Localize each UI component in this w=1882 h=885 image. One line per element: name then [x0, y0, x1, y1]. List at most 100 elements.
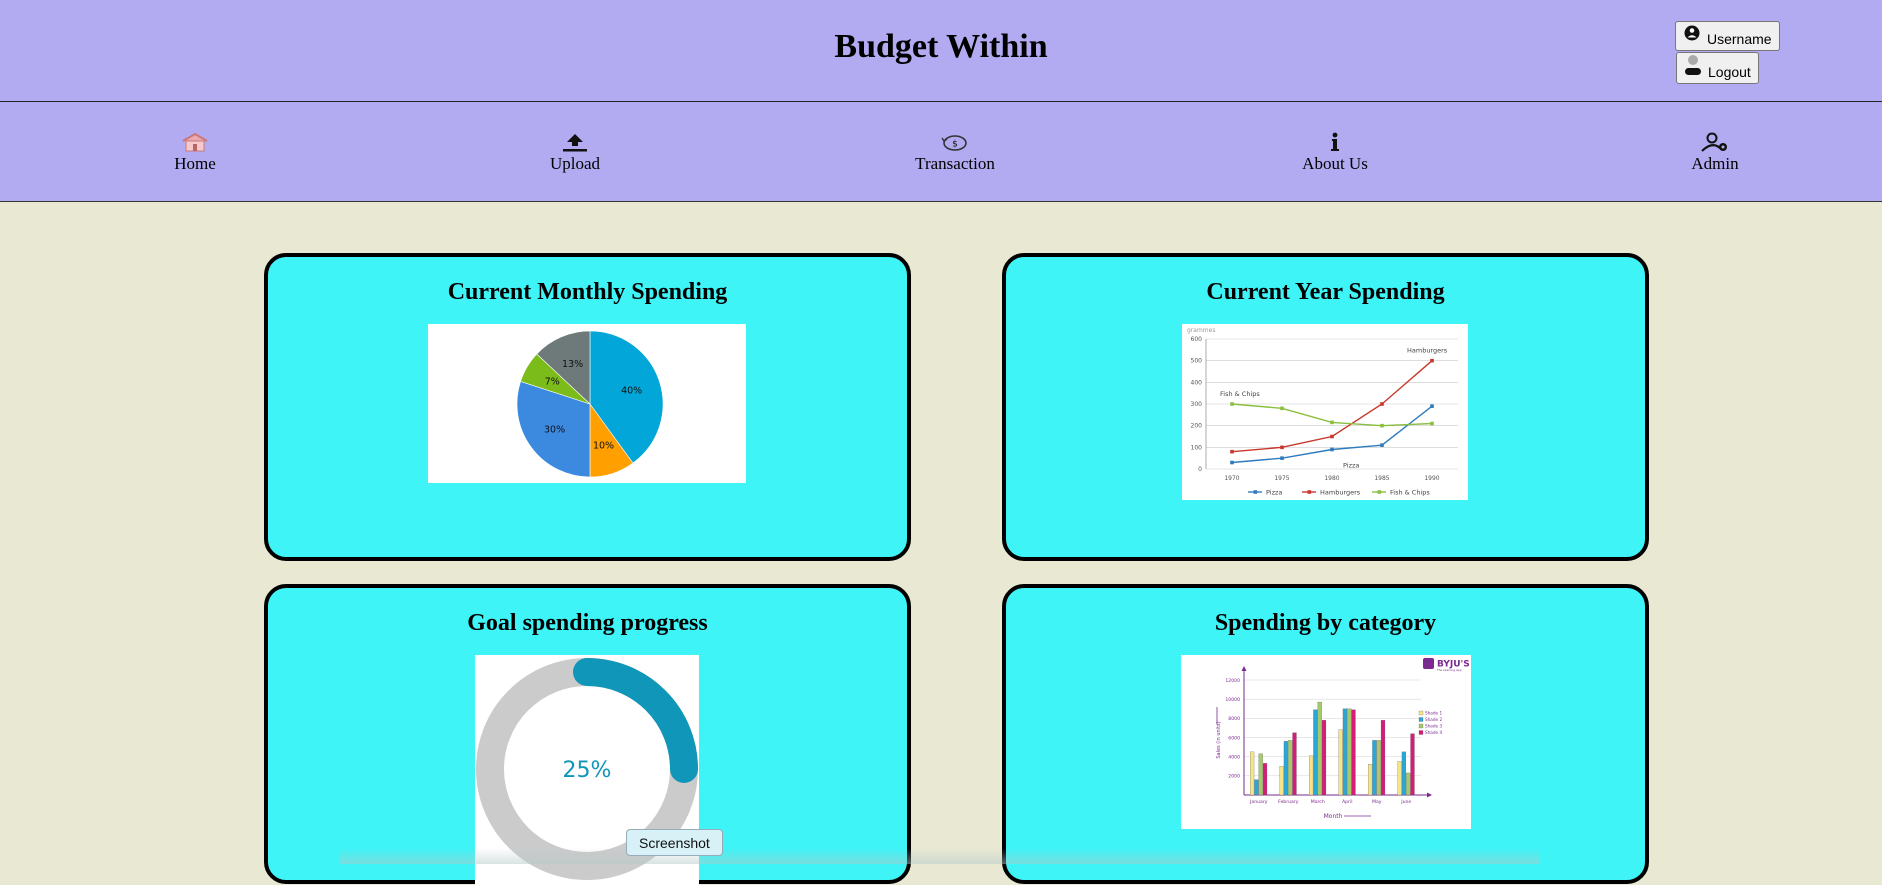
bar [1406, 772, 1411, 796]
bar [1258, 753, 1263, 796]
pie-slice-label: 13% [562, 359, 583, 370]
pie-slice-label: 10% [593, 441, 614, 452]
nav-about-us[interactable]: About Us [1255, 128, 1415, 174]
category-spending-card: Spending by category BYJU'S The Learning … [1002, 584, 1649, 884]
data-point [1230, 402, 1234, 406]
nav-transaction-label: Transaction [915, 154, 995, 173]
data-point [1230, 449, 1234, 454]
info-icon [1255, 128, 1415, 152]
transaction-icon: $ [875, 128, 1035, 152]
data-point [1230, 460, 1234, 465]
y-tick-label: 8000 [1228, 716, 1240, 722]
logout-label: Logout [1708, 64, 1751, 80]
x-tick-label: 1990 [1424, 475, 1439, 482]
upload-icon [495, 128, 655, 152]
logo-subtext: The Learning App [1436, 668, 1462, 672]
y-tick-label: 10000 [1225, 697, 1240, 703]
bar [1342, 708, 1347, 796]
bar [1313, 709, 1318, 796]
bar [1262, 763, 1268, 796]
legend-marker [1307, 490, 1312, 494]
username-button[interactable]: Username [1675, 21, 1780, 51]
annotation-pizza: Pizza [1343, 462, 1359, 470]
x-tick-label: January [1249, 799, 1268, 805]
y-tick-label: 2000 [1228, 774, 1240, 780]
bar [1338, 729, 1343, 796]
nav-transaction[interactable]: $ Transaction [875, 128, 1035, 174]
y-tick-label: 200 [1191, 423, 1203, 430]
bar [1368, 764, 1373, 796]
logo-mark [1423, 658, 1434, 669]
legend-marker [1253, 490, 1258, 494]
x-tick-label: 1985 [1374, 475, 1389, 482]
legend-label: Shade 4 [1425, 730, 1442, 735]
legend-swatch [1418, 730, 1424, 735]
x-tick-label: 1970 [1224, 475, 1239, 482]
data-point [1280, 406, 1284, 411]
bar [1397, 761, 1402, 796]
x-tick-label: May [1372, 799, 1382, 805]
pie-slice-label: 30% [544, 425, 565, 436]
x-tick-label: March [1311, 799, 1325, 805]
legend-label: Fish & Chips [1390, 489, 1430, 497]
app-title: Budget Within [834, 28, 1048, 65]
x-tick-label: April [1342, 799, 1353, 805]
bar [1283, 741, 1288, 796]
logout-button[interactable]: Logout [1676, 52, 1759, 84]
nav-home[interactable]: Home [115, 128, 275, 174]
admin-icon [1635, 128, 1795, 152]
legend-label: Shade 2 [1425, 717, 1442, 722]
year-spending-title: Current Year Spending [1206, 279, 1445, 305]
app-header: Budget Within Username Logout [0, 0, 1882, 102]
bar [1372, 740, 1377, 796]
x-tick-label: 1975 [1274, 475, 1289, 482]
data-point [1330, 420, 1334, 425]
y-tick-label: 400 [1191, 379, 1203, 386]
bar [1250, 751, 1255, 796]
nav-admin[interactable]: Admin [1635, 128, 1795, 174]
monthly-spending-title: Current Monthly Spending [447, 279, 728, 305]
nav-home-label: Home [174, 154, 216, 173]
bar [1376, 740, 1381, 796]
data-point [1330, 447, 1334, 452]
bar [1321, 720, 1327, 796]
category-spending-title: Spending by category [1214, 610, 1437, 636]
nav-upload[interactable]: Upload [495, 128, 655, 174]
y-tick-label: 600 [1191, 336, 1203, 343]
legend-label: Pizza [1266, 489, 1282, 497]
legend-swatch [1418, 710, 1424, 716]
pie-slice-label: 7% [545, 377, 560, 388]
goal-progress-title: Goal spending progress [467, 610, 708, 636]
user-circle-icon [1683, 25, 1701, 44]
y-tick-label: 100 [1191, 444, 1203, 451]
data-point [1330, 434, 1334, 439]
donut-progress-arc [573, 658, 698, 783]
svg-text:$: $ [952, 140, 958, 150]
legend-marker [1377, 490, 1382, 494]
data-point [1380, 443, 1384, 447]
dock-shadow [340, 848, 1540, 864]
data-point [1430, 404, 1434, 408]
x-axis-label: Month [1324, 813, 1343, 820]
nav-about-us-label: About Us [1302, 154, 1368, 173]
data-point [1430, 358, 1434, 363]
screenshot-tooltip: Screenshot [626, 829, 723, 856]
user-silhouette-icon [1684, 54, 1702, 79]
y-tick-label: 12000 [1225, 678, 1240, 684]
y-tick-label: 300 [1191, 401, 1203, 408]
data-point [1380, 423, 1384, 428]
legend-label: Hamburgers [1320, 489, 1361, 497]
category-bar-chart: BYJU'S The Learning App 2000 4000 6000 8000 10… [1181, 655, 1471, 829]
series-line [1231, 405, 1433, 464]
x-tick-label: 1980 [1324, 475, 1339, 482]
y-tick-label: 0 [1198, 466, 1202, 473]
bar [1292, 732, 1297, 796]
bar [1410, 733, 1415, 796]
donut-percent-label: 25% [563, 758, 612, 783]
x-axis-arrow [1427, 792, 1432, 798]
username-label: Username [1707, 31, 1772, 47]
bar [1351, 709, 1356, 796]
nav-admin-label: Admin [1691, 154, 1739, 173]
bar [1380, 720, 1386, 796]
data-point [1430, 421, 1434, 426]
